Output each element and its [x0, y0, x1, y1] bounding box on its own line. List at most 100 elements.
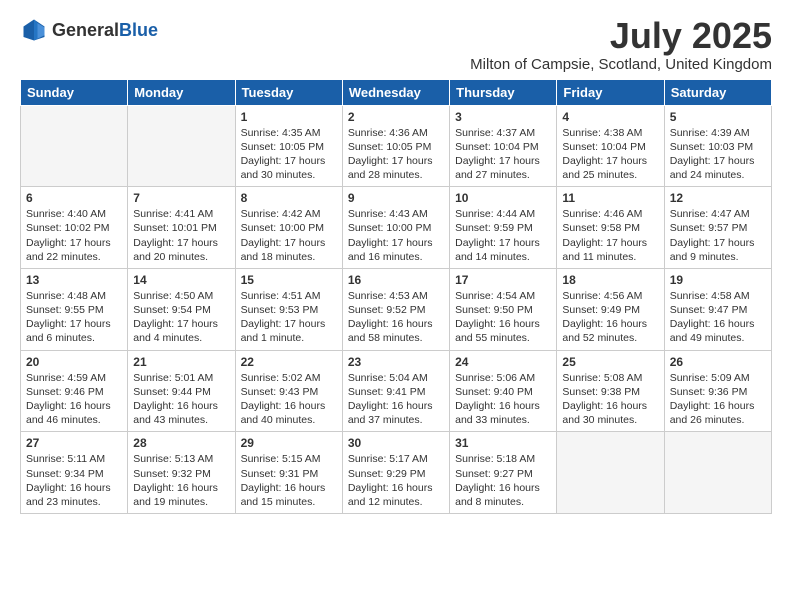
calendar-cell: 23 Sunrise: 5:04 AM Sunset: 9:41 PM Dayli… [342, 350, 449, 432]
calendar-cell: 2 Sunrise: 4:36 AM Sunset: 10:05 PM Dayli… [342, 105, 449, 187]
page-header: GeneralBlue July 2025 Milton of Campsie,… [20, 16, 772, 73]
day-info: Sunrise: 4:42 AM Sunset: 10:00 PM Daylig… [241, 207, 337, 264]
calendar-cell: 22 Sunrise: 5:02 AM Sunset: 9:43 PM Dayli… [235, 350, 342, 432]
calendar-cell: 15 Sunrise: 4:51 AM Sunset: 9:53 PM Dayli… [235, 268, 342, 350]
logo-general: General [52, 20, 119, 40]
day-info: Sunrise: 5:18 AM Sunset: 9:27 PM Dayligh… [455, 452, 551, 509]
calendar-cell: 11 Sunrise: 4:46 AM Sunset: 9:58 PM Dayli… [557, 187, 664, 269]
logo: GeneralBlue [20, 16, 158, 44]
logo-icon [20, 16, 48, 44]
day-number: 25 [562, 355, 658, 369]
day-number: 4 [562, 110, 658, 124]
day-info: Sunrise: 5:15 AM Sunset: 9:31 PM Dayligh… [241, 452, 337, 509]
day-info: Sunrise: 4:43 AM Sunset: 10:00 PM Daylig… [348, 207, 444, 264]
day-number: 24 [455, 355, 551, 369]
calendar-table: SundayMondayTuesdayWednesdayThursdayFrid… [20, 79, 772, 514]
calendar-cell: 7 Sunrise: 4:41 AM Sunset: 10:01 PM Dayli… [128, 187, 235, 269]
weekday-header: Sunday [21, 79, 128, 105]
calendar-cell [557, 432, 664, 514]
calendar-cell: 18 Sunrise: 4:56 AM Sunset: 9:49 PM Dayli… [557, 268, 664, 350]
day-number: 6 [26, 191, 122, 205]
day-info: Sunrise: 4:38 AM Sunset: 10:04 PM Daylig… [562, 126, 658, 183]
calendar-cell: 6 Sunrise: 4:40 AM Sunset: 10:02 PM Dayli… [21, 187, 128, 269]
day-number: 2 [348, 110, 444, 124]
calendar-cell: 30Sunrise: 5:17 AM Sunset: 9:29 PM Dayli… [342, 432, 449, 514]
day-info: Sunrise: 4:59 AM Sunset: 9:46 PM Dayligh… [26, 371, 122, 428]
day-info: Sunrise: 4:53 AM Sunset: 9:52 PM Dayligh… [348, 289, 444, 346]
day-info: Sunrise: 4:48 AM Sunset: 9:55 PM Dayligh… [26, 289, 122, 346]
calendar-cell: 1 Sunrise: 4:35 AM Sunset: 10:05 PM Dayli… [235, 105, 342, 187]
weekday-header-row: SundayMondayTuesdayWednesdayThursdayFrid… [21, 79, 772, 105]
calendar-cell: 16 Sunrise: 4:53 AM Sunset: 9:52 PM Dayli… [342, 268, 449, 350]
calendar-cell: 29 Sunrise: 5:15 AM Sunset: 9:31 PM Dayli… [235, 432, 342, 514]
day-number: 16 [348, 273, 444, 287]
day-number: 29 [241, 436, 337, 450]
day-info: Sunrise: 5:08 AM Sunset: 9:38 PM Dayligh… [562, 371, 658, 428]
day-info: Sunrise: 5:17 AM Sunset: 9:29 PM Dayligh… [348, 452, 444, 509]
day-number: 9 [348, 191, 444, 205]
day-number: 26 [670, 355, 766, 369]
logo-blue: Blue [119, 20, 158, 40]
weekday-header: Friday [557, 79, 664, 105]
day-number: 18 [562, 273, 658, 287]
day-info: Sunrise: 4:35 AM Sunset: 10:05 PM Daylig… [241, 126, 337, 183]
day-number: 17 [455, 273, 551, 287]
day-info: Sunrise: 4:51 AM Sunset: 9:53 PM Dayligh… [241, 289, 337, 346]
calendar-cell [128, 105, 235, 187]
month-title: July 2025 [470, 16, 772, 56]
weekday-header: Wednesday [342, 79, 449, 105]
calendar-cell: 19 Sunrise: 4:58 AM Sunset: 9:47 PM Dayli… [664, 268, 771, 350]
day-number: 19 [670, 273, 766, 287]
day-number: 8 [241, 191, 337, 205]
day-number: 7 [133, 191, 229, 205]
calendar-week-row: 27 Sunrise: 5:11 AM Sunset: 9:34 PM Dayli… [21, 432, 772, 514]
day-number: 3 [455, 110, 551, 124]
day-number: 5 [670, 110, 766, 124]
day-number: 11 [562, 191, 658, 205]
day-number: 12 [670, 191, 766, 205]
day-number: 22 [241, 355, 337, 369]
calendar-cell: 9 Sunrise: 4:43 AM Sunset: 10:00 PM Dayli… [342, 187, 449, 269]
day-number: 15 [241, 273, 337, 287]
day-number: 23 [348, 355, 444, 369]
day-info: Sunrise: 5:09 AM Sunset: 9:36 PM Dayligh… [670, 371, 766, 428]
day-info: Sunrise: 4:46 AM Sunset: 9:58 PM Dayligh… [562, 207, 658, 264]
weekday-header: Saturday [664, 79, 771, 105]
day-info: Sunrise: 4:41 AM Sunset: 10:01 PM Daylig… [133, 207, 229, 264]
day-number: 13 [26, 273, 122, 287]
day-info: Sunrise: 4:58 AM Sunset: 9:47 PM Dayligh… [670, 289, 766, 346]
day-info: Sunrise: 4:56 AM Sunset: 9:49 PM Dayligh… [562, 289, 658, 346]
day-info: Sunrise: 4:40 AM Sunset: 10:02 PM Daylig… [26, 207, 122, 264]
calendar-week-row: 20 Sunrise: 4:59 AM Sunset: 9:46 PM Dayli… [21, 350, 772, 432]
calendar-week-row: 13 Sunrise: 4:48 AM Sunset: 9:55 PM Dayli… [21, 268, 772, 350]
calendar-cell: 25 Sunrise: 5:08 AM Sunset: 9:38 PM Dayli… [557, 350, 664, 432]
weekday-header: Thursday [450, 79, 557, 105]
calendar-cell: 31 Sunrise: 5:18 AM Sunset: 9:27 PM Dayli… [450, 432, 557, 514]
calendar-week-row: 6 Sunrise: 4:40 AM Sunset: 10:02 PM Dayli… [21, 187, 772, 269]
day-number: 21 [133, 355, 229, 369]
day-info: Sunrise: 5:02 AM Sunset: 9:43 PM Dayligh… [241, 371, 337, 428]
title-block: July 2025 Milton of Campsie, Scotland, U… [470, 16, 772, 73]
day-info: Sunrise: 5:13 AM Sunset: 9:32 PM Dayligh… [133, 452, 229, 509]
day-number: 1 [241, 110, 337, 124]
calendar-cell: 12 Sunrise: 4:47 AM Sunset: 9:57 PM Dayli… [664, 187, 771, 269]
calendar-cell: 10Sunrise: 4:44 AM Sunset: 9:59 PM Dayli… [450, 187, 557, 269]
day-number: 27 [26, 436, 122, 450]
day-info: Sunrise: 5:04 AM Sunset: 9:41 PM Dayligh… [348, 371, 444, 428]
calendar-cell: 24Sunrise: 5:06 AM Sunset: 9:40 PM Dayli… [450, 350, 557, 432]
day-info: Sunrise: 4:37 AM Sunset: 10:04 PM Daylig… [455, 126, 551, 183]
day-number: 20 [26, 355, 122, 369]
day-info: Sunrise: 4:36 AM Sunset: 10:05 PM Daylig… [348, 126, 444, 183]
calendar-cell: 26 Sunrise: 5:09 AM Sunset: 9:36 PM Dayli… [664, 350, 771, 432]
calendar-week-row: 1 Sunrise: 4:35 AM Sunset: 10:05 PM Dayli… [21, 105, 772, 187]
weekday-header: Tuesday [235, 79, 342, 105]
logo-text: GeneralBlue [52, 20, 158, 41]
calendar-cell: 28Sunrise: 5:13 AM Sunset: 9:32 PM Dayli… [128, 432, 235, 514]
calendar-cell: 21Sunrise: 5:01 AM Sunset: 9:44 PM Dayli… [128, 350, 235, 432]
day-info: Sunrise: 5:11 AM Sunset: 9:34 PM Dayligh… [26, 452, 122, 509]
day-number: 31 [455, 436, 551, 450]
location: Milton of Campsie, Scotland, United King… [470, 56, 772, 73]
day-info: Sunrise: 4:54 AM Sunset: 9:50 PM Dayligh… [455, 289, 551, 346]
day-info: Sunrise: 4:47 AM Sunset: 9:57 PM Dayligh… [670, 207, 766, 264]
calendar-cell [21, 105, 128, 187]
